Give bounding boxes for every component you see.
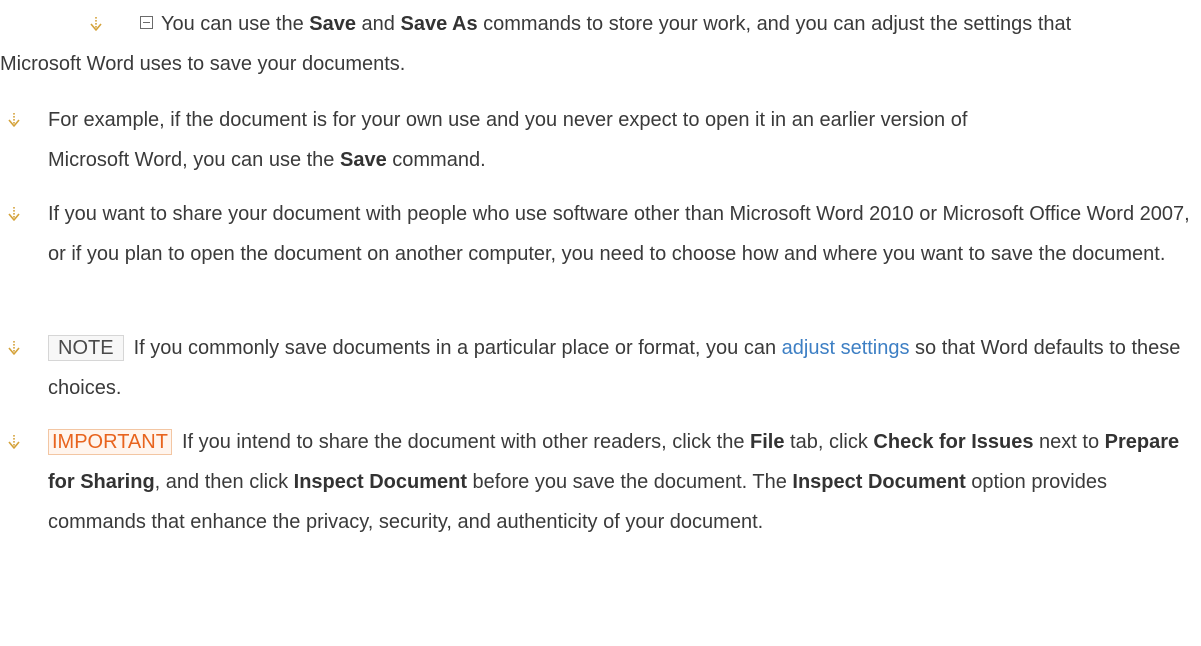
collapse-box-icon[interactable] bbox=[140, 16, 153, 29]
important-label: IMPORTANT bbox=[48, 429, 172, 455]
text-run: and bbox=[356, 13, 401, 35]
bold-inspect-document: Inspect Document bbox=[792, 471, 966, 493]
bold-check-for-issues: Check for Issues bbox=[873, 431, 1034, 453]
text-run: If you want to share your document with … bbox=[48, 203, 1190, 265]
paragraph-text: IMPORTANT If you intend to share the docu… bbox=[48, 422, 1198, 542]
note-label: NOTE bbox=[48, 335, 124, 361]
paragraph-text: For example, if the document is for your… bbox=[48, 100, 1008, 180]
bold-inspect-document: Inspect Document bbox=[293, 471, 467, 493]
text-run: You can use the bbox=[161, 13, 310, 35]
text-run: For example, if the document is for your… bbox=[48, 109, 968, 171]
text-run: tab, click bbox=[784, 431, 874, 453]
text-run: before you save the document. The bbox=[467, 471, 793, 493]
down-arrow-bullet-icon bbox=[8, 340, 20, 355]
bold-save: Save bbox=[309, 13, 356, 35]
adjust-settings-link[interactable]: adjust settings bbox=[782, 337, 910, 359]
down-arrow-bullet-icon bbox=[8, 206, 20, 221]
down-arrow-bullet-icon bbox=[8, 434, 20, 449]
text-run: , and then click bbox=[154, 471, 294, 493]
paragraph-text: NOTE If you commonly save documents in a … bbox=[48, 328, 1198, 408]
text-run: If you intend to share the document with… bbox=[181, 431, 751, 453]
bold-save-as: Save As bbox=[400, 13, 478, 35]
text-run: command. bbox=[386, 149, 486, 171]
down-arrow-bullet-icon bbox=[8, 112, 20, 127]
bold-file: File bbox=[750, 431, 785, 453]
bold-save: Save bbox=[339, 149, 387, 171]
text-run: If you commonly save documents in a part… bbox=[133, 337, 782, 359]
text-run: next to bbox=[1033, 431, 1105, 453]
paragraph-text: You can use the Save and Save As command… bbox=[0, 4, 1140, 84]
paragraph-text: If you want to share your document with … bbox=[48, 194, 1198, 274]
